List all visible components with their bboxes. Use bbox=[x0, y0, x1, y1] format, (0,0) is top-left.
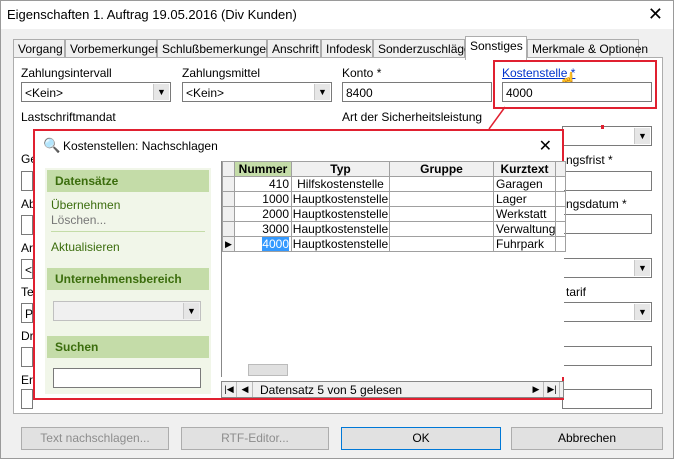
lookup-icon: 🔍 bbox=[43, 137, 61, 153]
connector-line bbox=[488, 106, 506, 130]
table-row-selected[interactable]: ▶ 4000 Hauptkostenstelle Fuhrpark bbox=[222, 236, 566, 252]
konto-label: Konto * bbox=[342, 66, 382, 80]
table-row[interactable]: 410 Hilfskostenstelle Garagen bbox=[222, 176, 566, 192]
partial-field-1[interactable] bbox=[21, 171, 33, 191]
partial-label-ar: Ar bbox=[21, 241, 33, 255]
column-header-nummer[interactable]: Nummer bbox=[234, 161, 292, 177]
tarif-select[interactable]: ▼ bbox=[562, 302, 652, 322]
dialog-sidebar: Datensätze Übernehmen Löschen... Aktuali… bbox=[45, 168, 211, 394]
lookup-dialog: 🔍 Kostenstellen: Nachschlagen ✕ Datensät… bbox=[33, 129, 566, 400]
tab-vorgang[interactable]: Vorgang bbox=[13, 39, 65, 59]
properties-window: Eigenschaften 1. Auftrag 19.05.2016 (Div… bbox=[0, 0, 674, 459]
right-field-2[interactable] bbox=[562, 346, 652, 366]
uebernehmen-link[interactable]: Übernehmen bbox=[51, 198, 120, 212]
text-nachschlagen-button[interactable]: Text nachschlagen... bbox=[21, 427, 169, 450]
frist-label: ngsfrist * bbox=[566, 153, 613, 167]
sicherheitsleistung-select[interactable]: ▼ bbox=[562, 126, 652, 146]
divider bbox=[51, 231, 205, 232]
partial-field-4[interactable]: Pl bbox=[21, 303, 36, 323]
close-icon[interactable]: ✕ bbox=[648, 4, 663, 24]
dialog-title: Kostenstellen: Nachschlagen bbox=[63, 139, 218, 153]
dialog-title-bar: 🔍 Kostenstellen: Nachschlagen ✕ bbox=[35, 131, 562, 161]
tab-sonstiges[interactable]: Sonstiges bbox=[465, 36, 527, 60]
first-record-icon[interactable]: |◀ bbox=[222, 382, 237, 397]
table-row[interactable]: 3000 Hauptkostenstelle Verwaltung bbox=[222, 221, 566, 237]
partial-label-er: Er bbox=[21, 373, 33, 387]
tab-sonderzuschlaege[interactable]: Sonderzuschläge bbox=[373, 39, 471, 59]
table-row[interactable]: 1000 Hauptkostenstelle Lager bbox=[222, 191, 566, 207]
chevron-down-icon[interactable]: ▼ bbox=[634, 128, 650, 144]
title-bar: Eigenschaften 1. Auftrag 19.05.2016 (Div… bbox=[1, 1, 673, 29]
current-row-arrow-icon: ▶ bbox=[222, 236, 235, 252]
loeschen-link[interactable]: Löschen... bbox=[51, 213, 106, 227]
partial-field-2[interactable] bbox=[21, 215, 33, 235]
column-header-gruppe[interactable]: Gruppe bbox=[389, 161, 494, 177]
partial-field-5[interactable] bbox=[21, 347, 33, 367]
chevron-down-icon[interactable]: ▼ bbox=[314, 84, 330, 100]
ok-button[interactable]: OK bbox=[341, 427, 501, 450]
tarif-label: tarif bbox=[566, 285, 587, 299]
horizontal-scrollbar[interactable] bbox=[248, 364, 288, 376]
right-select-1[interactable]: ▼ bbox=[562, 258, 652, 278]
unternehmensbereich-select[interactable]: ▼ bbox=[53, 301, 201, 321]
partial-label-te: Te bbox=[21, 285, 34, 299]
aktualisieren-link[interactable]: Aktualisieren bbox=[51, 240, 120, 254]
datum-label: ngsdatum * bbox=[566, 197, 627, 211]
tab-anschrift[interactable]: Anschrift bbox=[267, 39, 321, 59]
rtf-editor-button[interactable]: RTF-Editor... bbox=[181, 427, 329, 450]
highlight-kostenstelle bbox=[493, 60, 657, 109]
frist-field[interactable] bbox=[562, 171, 652, 191]
table-row[interactable]: 2000 Hauptkostenstelle Werkstatt bbox=[222, 206, 566, 222]
record-status: Datensatz 5 von 5 gelesen bbox=[260, 383, 403, 397]
close-icon[interactable]: ✕ bbox=[539, 136, 552, 156]
previous-record-icon[interactable]: ◀ bbox=[238, 382, 253, 397]
konto-field[interactable]: 8400 bbox=[342, 82, 492, 102]
abbrechen-button[interactable]: Abbrechen bbox=[511, 427, 663, 450]
column-header-kurztext[interactable]: Kurztext bbox=[493, 161, 556, 177]
last-record-icon[interactable]: ▶| bbox=[545, 382, 560, 397]
tab-merkmale-optionen[interactable]: Merkmale & Optionen bbox=[527, 39, 648, 59]
column-header-typ[interactable]: Typ bbox=[291, 161, 390, 177]
sicherheitsleistung-label: Art der Sicherheitsleistung bbox=[342, 110, 483, 124]
window-title: Eigenschaften 1. Auftrag 19.05.2016 (Div… bbox=[7, 7, 297, 22]
next-record-icon[interactable]: ▶ bbox=[529, 382, 544, 397]
lastschriftmandat-label: Lastschriftmandat bbox=[21, 110, 116, 124]
chevron-down-icon[interactable]: ▼ bbox=[153, 84, 169, 100]
zahlungsintervall-label: Zahlungsintervall bbox=[21, 66, 112, 80]
chevron-down-icon[interactable]: ▼ bbox=[183, 303, 199, 319]
partial-field-6[interactable] bbox=[21, 389, 33, 409]
kostenstellen-grid: Nummer Typ Gruppe Kurztext 410 Hilfskost… bbox=[221, 161, 566, 377]
datum-field[interactable] bbox=[562, 214, 652, 234]
red-mark bbox=[601, 125, 604, 129]
chevron-down-icon[interactable]: ▼ bbox=[634, 260, 650, 276]
right-field-3[interactable] bbox=[562, 389, 652, 409]
tab-vorbemerkungen[interactable]: Vorbemerkungen bbox=[65, 39, 161, 59]
tab-infodesk[interactable]: Infodesk bbox=[321, 39, 373, 59]
record-navigator: |◀ ◀ Datensatz 5 von 5 gelesen ▶ ▶| bbox=[221, 381, 564, 398]
chevron-down-icon[interactable]: ▼ bbox=[634, 304, 650, 320]
zahlungsmittel-select[interactable]: <Kein> ▼ bbox=[182, 82, 332, 102]
suchen-header: Suchen bbox=[47, 336, 209, 358]
unternehmensbereich-header: Unternehmensbereich bbox=[47, 268, 209, 290]
zahlungsintervall-select[interactable]: <Kein> ▼ bbox=[21, 82, 171, 102]
search-input[interactable] bbox=[53, 368, 201, 388]
partial-label-dr: Dr bbox=[21, 329, 34, 343]
datensaetze-header: Datensätze bbox=[47, 170, 209, 192]
zahlungsmittel-label: Zahlungsmittel bbox=[182, 66, 261, 80]
partial-field-3[interactable]: < bbox=[21, 259, 33, 279]
tab-schlussbemerkungen[interactable]: Schlußbemerkungen bbox=[157, 39, 273, 59]
